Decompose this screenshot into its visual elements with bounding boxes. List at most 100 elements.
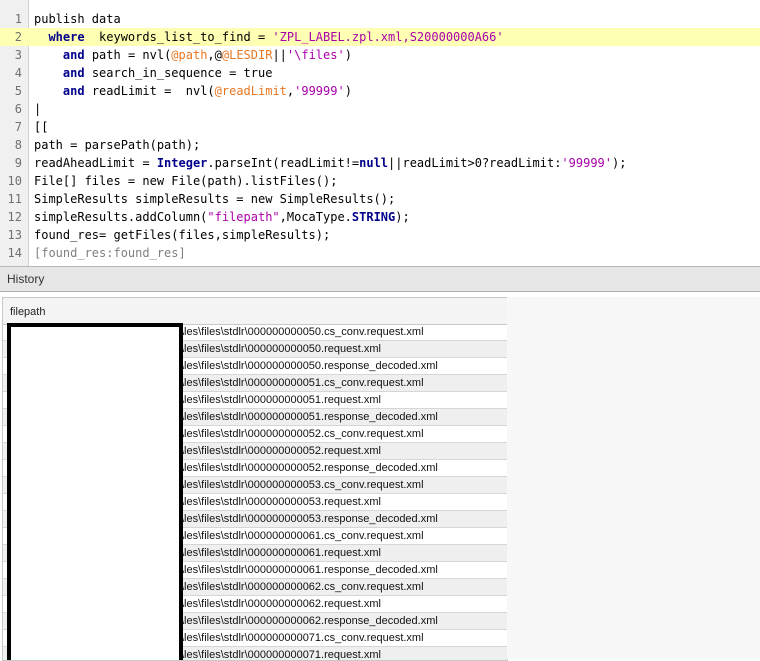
code-line[interactable]: 6 | xyxy=(0,100,760,118)
code-token: '99999' xyxy=(561,156,612,170)
line-number: 3 xyxy=(14,48,22,62)
filepath-cell[interactable]: \les\files\stdlr\000000000050.cs_conv.re… xyxy=(181,324,424,340)
code-token: ); xyxy=(395,210,410,224)
code-line[interactable]: 13 found_res= getFiles(files,simpleResult… xyxy=(0,226,760,244)
code-token: SimpleResults simpleResults = new Simple… xyxy=(34,192,396,206)
code-token: null xyxy=(359,156,389,170)
line-number: 13 xyxy=(7,228,22,242)
code-token: keywords_list_to_find = xyxy=(84,30,273,44)
code-text[interactable]: found_res= getFiles(files,simpleResults)… xyxy=(34,226,330,244)
code-text[interactable]: [found_res:found_res] xyxy=(34,244,186,262)
filepath-cell[interactable]: \les\files\stdlr\000000000061.response_d… xyxy=(181,562,438,578)
filepath-cell[interactable]: \les\files\stdlr\000000000051.cs_conv.re… xyxy=(181,375,424,391)
code-token: "filepath" xyxy=(207,210,280,224)
code-token: @LESDIR xyxy=(221,48,273,62)
line-number: 1 xyxy=(14,12,22,26)
code-token: '99999' xyxy=(294,84,345,98)
filepath-cell[interactable]: \les\files\stdlr\000000000061.request.xm… xyxy=(181,545,381,561)
filepath-cell[interactable]: \les\files\stdlr\000000000050.response_d… xyxy=(181,358,438,374)
code-line[interactable]: 4 and search_in_sequence = true xyxy=(0,64,760,82)
code-token: publish data xyxy=(34,12,121,26)
code-token: @readLimit xyxy=(214,84,287,98)
filepath-cell[interactable]: \les\files\stdlr\000000000071.cs_conv.re… xyxy=(181,630,424,646)
code-token: ||readLimit>0?readLimit: xyxy=(388,156,562,170)
code-token: @path xyxy=(171,48,208,62)
code-token: ,MocaType. xyxy=(279,210,352,224)
code-line[interactable]: 14 [found_res:found_res] xyxy=(0,244,760,262)
code-line[interactable]: 12 simpleResults.addColumn("filepath",Moc… xyxy=(0,208,760,226)
code-token: and xyxy=(62,84,85,98)
code-token: path = nvl( xyxy=(84,48,172,62)
filepath-cell[interactable]: \les\files\stdlr\000000000052.request.xm… xyxy=(181,443,381,459)
filepath-cell[interactable]: \les\files\stdlr\000000000052.response_d… xyxy=(181,460,438,476)
code-token: readAheadLimit = xyxy=(34,156,157,170)
line-number: 5 xyxy=(14,84,22,98)
filepath-cell[interactable]: \les\files\stdlr\000000000071.request.xm… xyxy=(181,647,381,660)
history-tab[interactable]: History xyxy=(0,267,760,292)
code-text[interactable]: [[ xyxy=(34,118,48,136)
code-line[interactable]: 9 readAheadLimit = Integer.parseInt(readL… xyxy=(0,154,760,172)
code-token: and xyxy=(62,66,85,80)
code-line[interactable]: 11 SimpleResults simpleResults = new Simp… xyxy=(0,190,760,208)
code-token: '\files' xyxy=(286,48,345,62)
filepath-cell[interactable]: \les\files\stdlr\000000000053.cs_conv.re… xyxy=(181,477,424,493)
code-token: where xyxy=(48,30,85,44)
code-text[interactable]: | xyxy=(34,100,41,118)
code-text[interactable]: readAheadLimit = Integer.parseInt(readLi… xyxy=(34,154,626,172)
filepath-cell[interactable]: \les\files\stdlr\000000000062.cs_conv.re… xyxy=(181,579,424,595)
line-number: 10 xyxy=(7,174,22,188)
code-text[interactable]: File[] files = new File(path).listFiles(… xyxy=(34,172,337,190)
code-token: 'ZPL_LABEL.zpl.xml,S20000000A66' xyxy=(272,30,504,44)
redaction-box xyxy=(7,323,183,660)
code-token: simpleResults.addColumn( xyxy=(34,210,208,224)
code-text[interactable]: and search_in_sequence = true xyxy=(34,64,273,82)
code-token: ) xyxy=(344,84,352,98)
line-number: 9 xyxy=(14,156,22,170)
code-token: search_in_sequence = true xyxy=(84,66,273,80)
code-text[interactable]: and readLimit = nvl(@readLimit,'99999') xyxy=(34,82,352,100)
filepath-cell[interactable]: \les\files\stdlr\000000000053.response_d… xyxy=(181,511,438,527)
code-token: .parseInt(readLimit!= xyxy=(207,156,360,170)
filepath-cell[interactable]: \les\files\stdlr\000000000062.response_d… xyxy=(181,613,438,629)
column-header-filepath[interactable]: filepath xyxy=(3,298,507,325)
code-line[interactable]: 10 File[] files = new File(path).listFile… xyxy=(0,172,760,190)
line-number: 8 xyxy=(14,138,22,152)
code-text[interactable]: publish data xyxy=(34,10,121,28)
code-token: STRING xyxy=(351,210,396,224)
code-text[interactable]: SimpleResults simpleResults = new Simple… xyxy=(34,190,395,208)
column-header-label: filepath xyxy=(10,306,46,318)
code-editor[interactable]: 1 publish data 2 where keywords_list_to_fi… xyxy=(0,0,760,267)
code-text[interactable]: where keywords_list_to_find = 'ZPL_LABEL… xyxy=(34,28,504,46)
filepath-cell[interactable]: \les\files\stdlr\000000000062.request.xm… xyxy=(181,596,381,612)
code-token: [found_res:found_res] xyxy=(34,246,186,260)
line-number: 7 xyxy=(14,120,22,134)
empty-results-area xyxy=(507,297,760,659)
code-line[interactable]: 2 where keywords_list_to_find = 'ZPL_LAB… xyxy=(0,28,760,46)
code-line[interactable]: 3 and path = nvl(@path,@@LESDIR||'\files… xyxy=(0,46,760,64)
line-number: 6 xyxy=(14,102,22,116)
filepath-cell[interactable]: \les\files\stdlr\000000000061.cs_conv.re… xyxy=(181,528,424,544)
line-number: 2 xyxy=(14,30,22,44)
code-token: ,@ xyxy=(207,48,222,62)
code-line[interactable]: 8 path = parsePath(path); xyxy=(0,136,760,154)
line-number: 4 xyxy=(14,66,22,80)
code-line[interactable]: 1 publish data xyxy=(0,10,760,28)
code-token: Integer xyxy=(156,156,208,170)
filepath-cell[interactable]: \les\files\stdlr\000000000052.cs_conv.re… xyxy=(181,426,424,442)
code-text[interactable]: and path = nvl(@path,@@LESDIR||'\files') xyxy=(34,46,352,64)
filepath-cell[interactable]: \les\files\stdlr\000000000051.response_d… xyxy=(181,409,438,425)
code-text[interactable]: path = parsePath(path); xyxy=(34,136,200,154)
code-line[interactable]: 5 and readLimit = nvl(@readLimit,'99999'… xyxy=(0,82,760,100)
filepath-cell[interactable]: \les\files\stdlr\000000000051.request.xm… xyxy=(181,392,381,408)
code-text[interactable]: simpleResults.addColumn("filepath",MocaT… xyxy=(34,208,410,226)
code-token: found_res= getFiles(files,simpleResults)… xyxy=(34,228,331,242)
code-token: || xyxy=(272,48,287,62)
code-token: ); xyxy=(612,156,627,170)
filepath-cell[interactable]: \les\files\stdlr\000000000053.request.xm… xyxy=(181,494,381,510)
results-grid[interactable]: filepath \les\files\stdlr\000000000050.c… xyxy=(2,297,508,661)
filepath-cell[interactable]: \les\files\stdlr\000000000050.request.xm… xyxy=(181,341,381,357)
code-token: and xyxy=(62,48,85,62)
code-line[interactable]: 7 [[ xyxy=(0,118,760,136)
